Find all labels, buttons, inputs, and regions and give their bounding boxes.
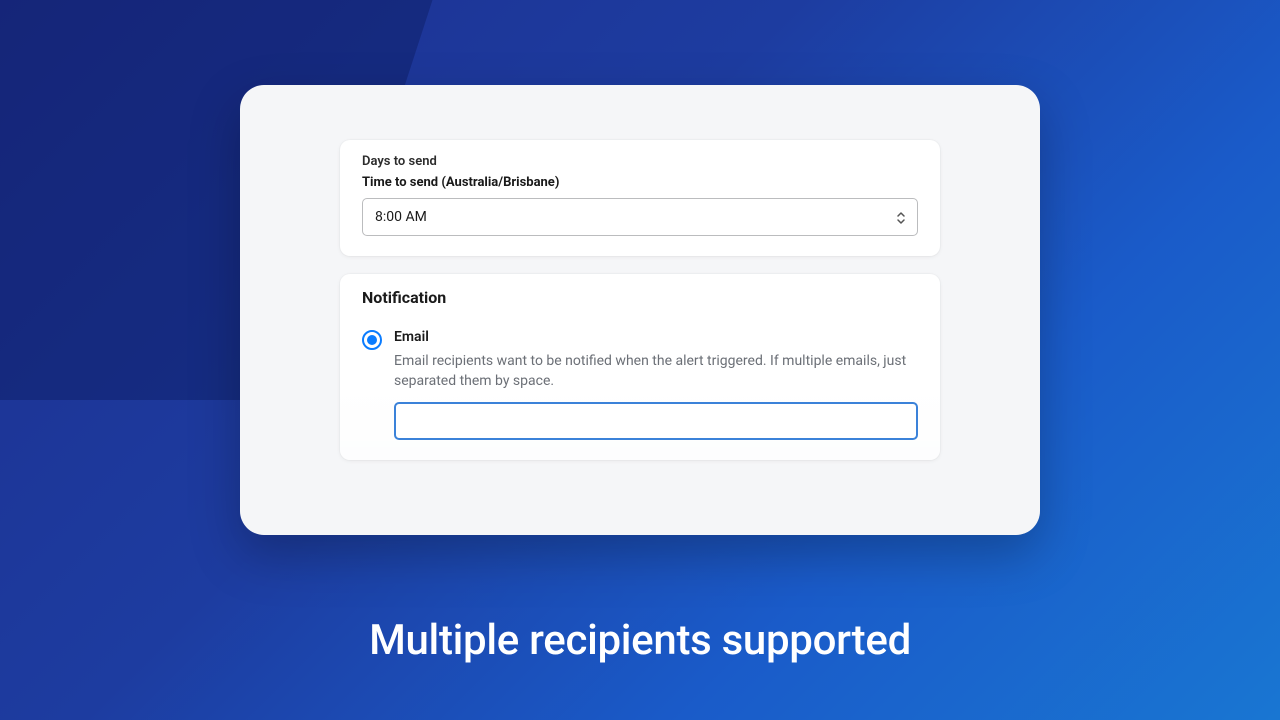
email-radio[interactable]	[362, 330, 382, 350]
time-select-wrap: 8:00 AM	[362, 198, 918, 236]
email-option-label: Email	[394, 329, 918, 345]
marketing-caption: Multiple recipients supported	[0, 616, 1280, 665]
time-to-send-label: Time to send (Australia/Brisbane)	[362, 175, 918, 190]
email-recipients-input[interactable]	[394, 402, 918, 440]
time-select[interactable]: 8:00 AM	[362, 198, 918, 236]
email-option-content: Email Email recipients want to be notifi…	[394, 329, 918, 440]
notification-card: Notification Email Email recipients want…	[340, 274, 940, 460]
email-option-row: Email Email recipients want to be notifi…	[362, 329, 918, 440]
notification-title: Notification	[362, 288, 918, 307]
time-select-value: 8:00 AM	[375, 209, 427, 225]
schedule-card: Days to send Time to send (Australia/Bri…	[340, 140, 940, 256]
radio-selected-dot	[367, 335, 377, 345]
email-option-description: Email recipients want to be notified whe…	[394, 351, 918, 392]
inner-container: Days to send Time to send (Australia/Bri…	[240, 85, 1040, 460]
settings-panel: Days to send Time to send (Australia/Bri…	[240, 85, 1040, 535]
days-to-send-label: Days to send	[362, 154, 918, 169]
